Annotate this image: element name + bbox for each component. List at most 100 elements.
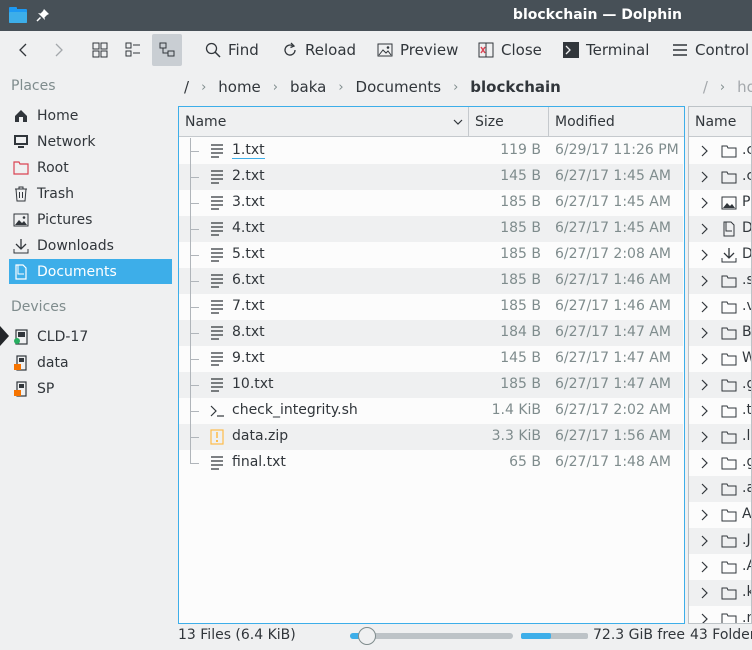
file-row[interactable]: check_integrity.sh 1.4 KiB 6/27/17 2:02 AM (179, 398, 683, 424)
compact-view-button[interactable] (118, 34, 148, 66)
sidebar-item-downloads[interactable]: Downloads (9, 233, 172, 258)
expand-chevron-icon[interactable] (699, 353, 709, 365)
expand-chevron-icon[interactable] (699, 223, 709, 235)
right-list-item[interactable]: B (689, 320, 751, 346)
file-row[interactable]: data.zip 3.3 KiB 6/27/17 1:56 AM (179, 424, 683, 450)
sidebar-item-root[interactable]: Root (9, 155, 172, 180)
control-menu-button[interactable]: Control (672, 34, 749, 66)
back-button[interactable] (10, 34, 38, 66)
right-split-pane[interactable]: Name .c.cPDD.s.vBW.g.t.l.g.aA.J.A.k.n (688, 106, 752, 624)
right-list-item[interactable]: A (689, 502, 751, 528)
file-name[interactable]: 10.txt (232, 376, 274, 392)
preview-button[interactable]: Preview (377, 34, 458, 66)
sidebar-item-sp[interactable]: SP (9, 376, 172, 401)
breadcrumb-documents[interactable]: Documents (356, 78, 442, 96)
file-name[interactable]: 3.txt (232, 194, 265, 210)
file-row[interactable]: 10.txt 185 B 6/27/17 1:47 AM (179, 372, 683, 398)
zoom-slider[interactable] (350, 627, 513, 645)
close-split-button[interactable]: Close (478, 34, 542, 66)
column-name[interactable]: Name (185, 114, 226, 130)
file-name[interactable]: 5.txt (232, 246, 265, 262)
icons-view-button[interactable] (85, 34, 115, 66)
file-name[interactable]: 9.txt (232, 350, 265, 366)
file-row[interactable]: 6.txt 185 B 6/27/17 1:46 AM (179, 268, 683, 294)
details-view-button[interactable] (152, 34, 182, 66)
right-list-item[interactable]: .a (689, 476, 751, 502)
expand-chevron-icon[interactable] (699, 145, 709, 157)
file-name[interactable]: 7.txt (232, 298, 265, 314)
expand-chevron-icon[interactable] (699, 249, 709, 261)
file-row[interactable]: 7.txt 185 B 6/27/17 1:46 AM (179, 294, 683, 320)
folder-app-icon[interactable] (9, 7, 27, 23)
zoom-slider-handle[interactable] (358, 627, 376, 645)
breadcrumb-current[interactable]: blockchain (470, 78, 561, 96)
file-row[interactable]: 3.txt 185 B 6/27/17 1:45 AM (179, 190, 683, 216)
terminal-button[interactable]: Terminal (563, 34, 649, 66)
forward-button[interactable] (44, 34, 72, 66)
file-row[interactable]: 4.txt 185 B 6/27/17 1:45 AM (179, 216, 683, 242)
expand-chevron-icon[interactable] (699, 327, 709, 339)
file-row[interactable]: 5.txt 185 B 6/27/17 2:08 AM (179, 242, 683, 268)
breadcrumb-root[interactable]: / (184, 78, 189, 96)
right-list-item[interactable]: D (689, 242, 751, 268)
sidebar-item-data[interactable]: data (9, 350, 172, 375)
expand-chevron-icon[interactable] (699, 171, 709, 183)
file-name[interactable]: check_integrity.sh (232, 402, 358, 418)
expand-chevron-icon[interactable] (699, 535, 709, 547)
file-name[interactable]: data.zip (232, 428, 288, 444)
sidebar-item-documents[interactable]: Documents (9, 259, 172, 284)
expand-chevron-icon[interactable] (699, 275, 709, 287)
right-list-item[interactable]: .s (689, 268, 751, 294)
column-modified[interactable]: Modified (555, 114, 615, 130)
expand-chevron-icon[interactable] (699, 561, 709, 573)
file-row[interactable]: 1.txt 119 B 6/29/17 11:26 PM (179, 138, 683, 164)
right-list-item[interactable]: W (689, 346, 751, 372)
right-list-item[interactable]: P (689, 190, 751, 216)
breadcrumb-right-home[interactable]: hor (737, 78, 752, 96)
right-list-item[interactable]: .n (689, 606, 751, 623)
right-column-name[interactable]: Name (695, 114, 736, 130)
file-row[interactable]: 2.txt 145 B 6/27/17 1:45 AM (179, 164, 683, 190)
right-list-item[interactable]: .v (689, 294, 751, 320)
file-name[interactable]: 6.txt (232, 272, 265, 288)
file-row[interactable]: final.txt 65 B 6/27/17 1:48 AM (179, 450, 683, 476)
file-row[interactable]: 8.txt 184 B 6/27/17 1:47 AM (179, 320, 683, 346)
sort-chevron-down-icon[interactable] (453, 118, 463, 126)
sidebar-item-cld-17[interactable]: CLD-17 (9, 324, 172, 349)
expand-chevron-icon[interactable] (699, 379, 709, 391)
file-row[interactable]: 9.txt 145 B 6/27/17 1:47 AM (179, 346, 683, 372)
right-list-item[interactable]: .A (689, 554, 751, 580)
file-list-pane[interactable]: Name Size Modified 1.txt 119 B 6/29/17 11:… (178, 106, 685, 624)
right-list-item[interactable]: .c (689, 138, 751, 164)
right-list-item[interactable]: .k (689, 580, 751, 606)
file-name[interactable]: 2.txt (232, 168, 265, 184)
right-list-item[interactable]: .l (689, 424, 751, 450)
expand-chevron-icon[interactable] (699, 483, 709, 495)
file-name[interactable]: 8.txt (232, 324, 265, 340)
right-list-item[interactable]: .g (689, 372, 751, 398)
find-button[interactable]: Find (205, 34, 259, 66)
file-name[interactable]: 1.txt (232, 142, 265, 159)
expand-chevron-icon[interactable] (699, 301, 709, 313)
expand-chevron-icon[interactable] (699, 197, 709, 209)
right-list-item[interactable]: .c (689, 164, 751, 190)
breadcrumb-home[interactable]: home (218, 78, 261, 96)
right-list-item[interactable]: D (689, 216, 751, 242)
expand-chevron-icon[interactable] (699, 431, 709, 443)
sidebar-item-network[interactable]: Network (9, 129, 172, 154)
sidebar-item-home[interactable]: Home (9, 103, 172, 128)
expand-chevron-icon[interactable] (699, 587, 709, 599)
column-size[interactable]: Size (475, 114, 504, 130)
right-list-item[interactable]: .g (689, 450, 751, 476)
reload-button[interactable]: Reload (282, 34, 356, 66)
pin-icon[interactable] (36, 8, 50, 22)
sidebar-item-trash[interactable]: Trash (9, 181, 172, 206)
file-name[interactable]: final.txt (232, 454, 286, 470)
sidebar-item-pictures[interactable]: Pictures (9, 207, 172, 232)
file-name[interactable]: 4.txt (232, 220, 265, 236)
right-list-item[interactable]: .t (689, 398, 751, 424)
breadcrumb-baka[interactable]: baka (290, 78, 326, 96)
expand-chevron-icon[interactable] (699, 509, 709, 521)
expand-chevron-icon[interactable] (699, 405, 709, 417)
expand-chevron-icon[interactable] (699, 457, 709, 469)
